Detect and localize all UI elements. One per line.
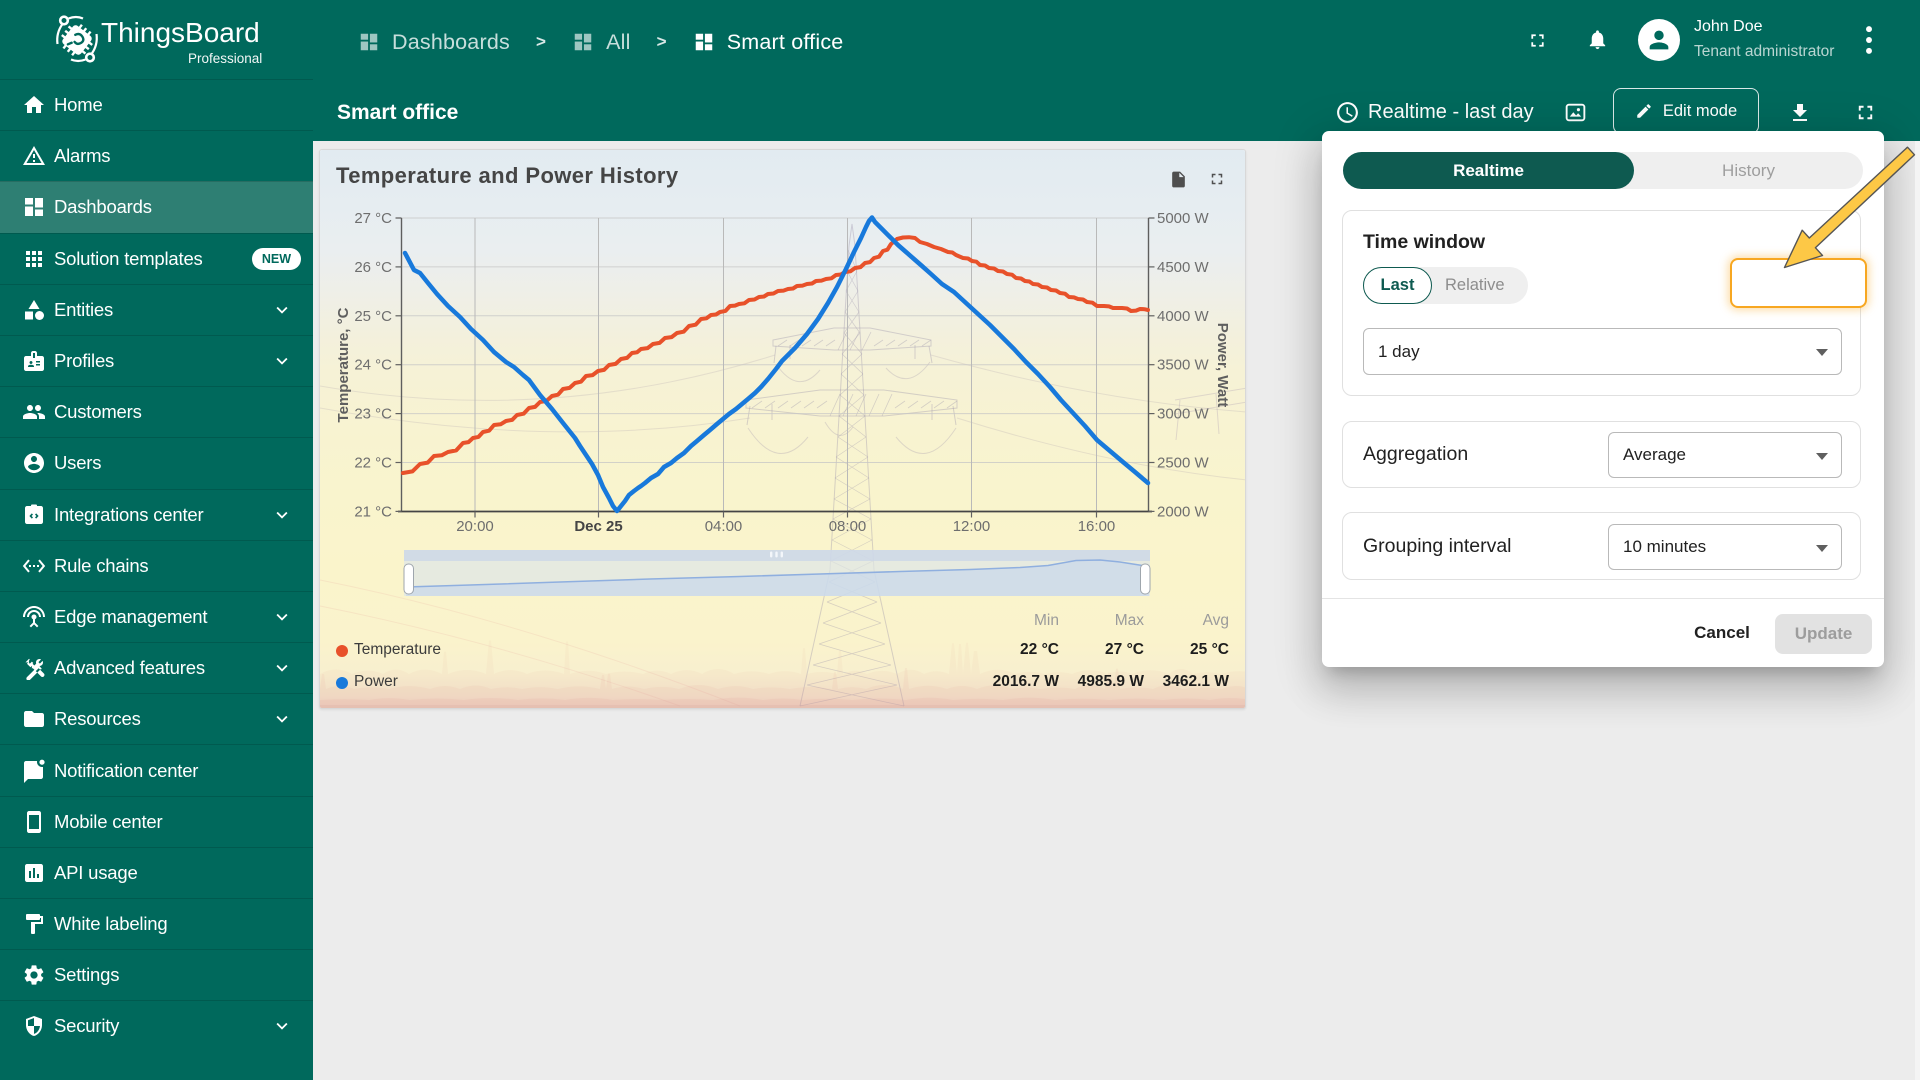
svg-text:16:00: 16:00: [1078, 518, 1116, 535]
svg-text:22 °C: 22 °C: [354, 455, 392, 472]
svg-text:04:00: 04:00: [705, 518, 743, 535]
svg-text:24 °C: 24 °C: [354, 357, 392, 374]
svg-text:4500 W: 4500 W: [1157, 259, 1210, 276]
svg-text:2500 W: 2500 W: [1157, 455, 1210, 472]
svg-text:Power, Watt: Power, Watt: [1214, 323, 1231, 407]
svg-text:08:00: 08:00: [829, 518, 867, 535]
svg-text:26 °C: 26 °C: [354, 259, 392, 276]
svg-text:23 °C: 23 °C: [354, 406, 392, 423]
svg-text:4000 W: 4000 W: [1157, 308, 1210, 325]
svg-text:27 °C: 27 °C: [354, 210, 392, 227]
svg-text:12:00: 12:00: [953, 518, 991, 535]
svg-text:Dec 25: Dec 25: [574, 518, 622, 535]
svg-text:5000 W: 5000 W: [1157, 210, 1210, 227]
svg-text:21 °C: 21 °C: [354, 503, 392, 520]
svg-text:3500 W: 3500 W: [1157, 357, 1210, 374]
svg-text:2000 W: 2000 W: [1157, 503, 1210, 520]
svg-text:3000 W: 3000 W: [1157, 406, 1210, 423]
svg-text:20:00: 20:00: [456, 518, 494, 535]
svg-text:Temperature, °C: Temperature, °C: [335, 307, 352, 422]
svg-text:25 °C: 25 °C: [354, 308, 392, 325]
